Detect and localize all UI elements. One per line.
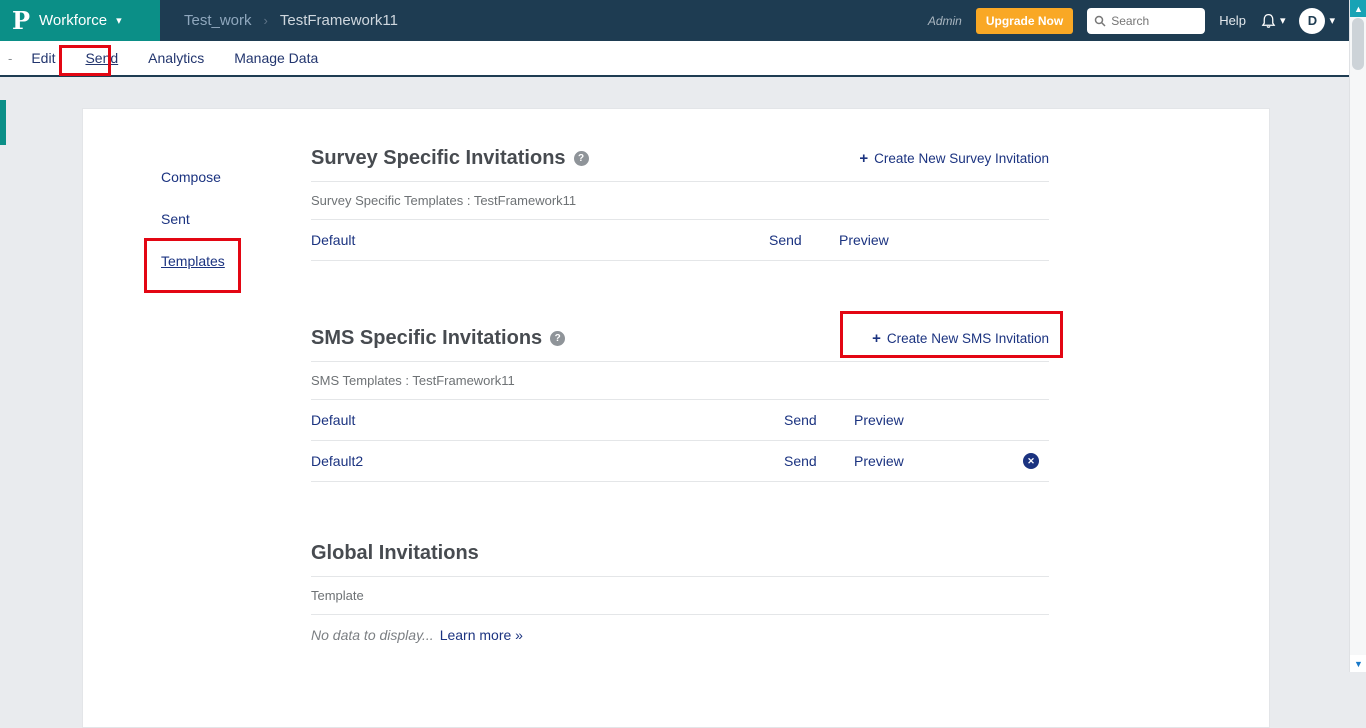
main-tabs: - Edit Send Analytics Manage Data [0, 41, 1349, 77]
divider [311, 260, 1049, 261]
help-icon[interactable]: ? [574, 151, 589, 166]
preview-link[interactable]: Preview [854, 412, 1049, 428]
empty-state-row: No data to display... Learn more » [311, 615, 1049, 655]
create-sms-invitation-button[interactable]: + Create New SMS Invitation [872, 330, 1049, 347]
template-name-link[interactable]: Default [311, 412, 784, 428]
admin-label: Admin [928, 14, 962, 28]
top-header: P Workforce ▾ Test_work › TestFramework1… [0, 0, 1349, 41]
scrollbar-thumb[interactable] [1352, 18, 1364, 70]
survey-section-title: Survey Specific Invitations [311, 147, 566, 170]
survey-templates-subheader: Survey Specific Templates : TestFramewor… [311, 182, 1049, 219]
help-icon[interactable]: ? [550, 331, 565, 346]
learn-more-link[interactable]: Learn more » [440, 627, 523, 643]
sidebar-item-compose[interactable]: Compose [161, 169, 225, 185]
search-icon [1094, 15, 1106, 27]
sidebar-item-templates[interactable]: Templates [161, 253, 225, 269]
preview-link[interactable]: Preview [839, 232, 1049, 248]
scroll-down-icon[interactable]: ▼ [1350, 655, 1366, 672]
header-actions: Admin Upgrade Now Help ▾ D ▾ [928, 8, 1349, 34]
send-sidebar: Compose Sent Templates [161, 169, 225, 269]
product-name: Workforce [39, 12, 107, 29]
sidebar-item-sent[interactable]: Sent [161, 211, 225, 227]
tab-edit[interactable]: Edit [16, 50, 70, 66]
plus-icon: + [872, 330, 881, 347]
sms-section-title: SMS Specific Invitations [311, 327, 542, 350]
search-input[interactable] [1111, 14, 1197, 28]
avatar: D [1299, 8, 1325, 34]
send-link[interactable]: Send [784, 412, 854, 428]
bell-icon [1260, 12, 1277, 30]
sms-templates-subheader: SMS Templates : TestFramework11 [311, 362, 1049, 399]
sms-section-header: SMS Specific Invitations ? + Create New … [311, 327, 1049, 350]
notifications-menu[interactable]: ▾ [1260, 12, 1286, 30]
table-row: Default2 Send Preview ✕ [311, 441, 1049, 481]
search-box[interactable] [1087, 8, 1205, 34]
tab-send[interactable]: Send [70, 50, 133, 66]
send-link[interactable]: Send [769, 232, 839, 248]
template-name-link[interactable]: Default [311, 232, 769, 248]
divider [311, 481, 1049, 482]
create-survey-invitation-button[interactable]: + Create New Survey Invitation [859, 150, 1049, 167]
create-survey-invitation-label: Create New Survey Invitation [874, 151, 1049, 166]
preview-link[interactable]: Preview [854, 453, 1023, 469]
send-link[interactable]: Send [784, 453, 854, 469]
product-switcher[interactable]: P Workforce ▾ [0, 0, 160, 41]
table-row: Default Send Preview [311, 220, 1049, 260]
questionpro-logo-icon: P [12, 9, 30, 33]
scroll-up-icon[interactable]: ▲ [1350, 0, 1366, 17]
survey-section-header: Survey Specific Invitations ? + Create N… [311, 147, 1049, 170]
breadcrumb-parent[interactable]: Test_work [184, 12, 252, 29]
templates-main: Survey Specific Invitations ? + Create N… [311, 109, 1049, 655]
global-section-header: Global Invitations [311, 542, 1049, 565]
tab-manage-data[interactable]: Manage Data [219, 50, 333, 66]
delete-template-icon[interactable]: ✕ [1023, 453, 1039, 469]
create-sms-invitation-label: Create New SMS Invitation [887, 331, 1049, 346]
breadcrumb-current: TestFramework11 [280, 12, 398, 29]
breadcrumb: Test_work › TestFramework11 [184, 12, 398, 29]
plus-icon: + [859, 150, 868, 167]
sidebar-collapse-dash: - [8, 51, 12, 66]
tab-analytics[interactable]: Analytics [133, 50, 219, 66]
help-link[interactable]: Help [1219, 13, 1246, 28]
chevron-down-icon: ▾ [1329, 14, 1335, 27]
collapsed-sidebar-accent [0, 100, 6, 145]
chevron-down-icon: ▾ [116, 14, 122, 27]
template-name-link[interactable]: Default2 [311, 453, 784, 469]
table-row: Default Send Preview [311, 400, 1049, 440]
content-card: Compose Sent Templates Survey Specific I… [82, 108, 1270, 728]
account-menu[interactable]: D ▾ [1299, 8, 1335, 34]
vertical-scrollbar[interactable]: ▲ ▼ [1349, 0, 1366, 672]
no-data-text: No data to display... [311, 627, 434, 643]
breadcrumb-separator-icon: › [264, 13, 268, 28]
upgrade-now-button[interactable]: Upgrade Now [976, 8, 1073, 34]
global-template-column-header: Template [311, 577, 1049, 614]
global-section-title: Global Invitations [311, 542, 479, 565]
chevron-down-icon: ▾ [1280, 14, 1286, 27]
